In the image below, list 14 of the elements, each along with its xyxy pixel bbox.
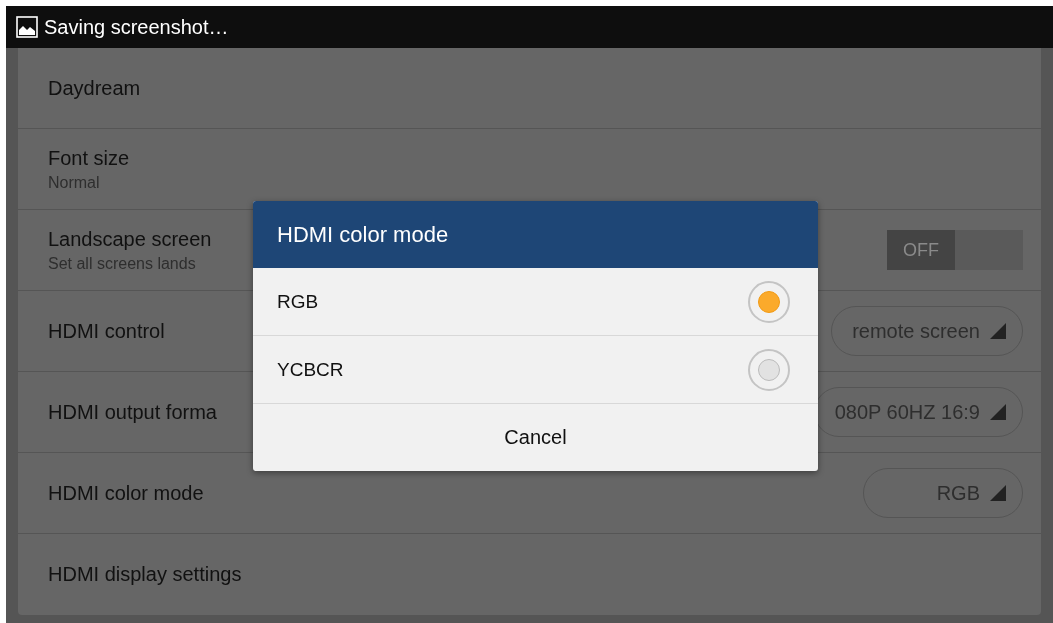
setting-title: Daydream [48, 76, 141, 100]
notification-text: Saving screenshot… [44, 15, 229, 39]
dialog-title: HDMI color mode [277, 221, 449, 248]
switch-label: OFF [887, 230, 955, 270]
setting-summary: Set all screens lands [48, 254, 197, 273]
option-label: YCBCR [277, 358, 344, 381]
setting-title: Font size [48, 146, 130, 170]
setting-summary: Normal [48, 173, 101, 192]
setting-title: Landscape screen [48, 227, 212, 251]
setting-title: HDMI output forma [48, 400, 217, 424]
setting-title: HDMI color mode [48, 481, 204, 505]
setting-title: HDMI display settings [48, 563, 242, 586]
setting-title: HDMI control [48, 319, 165, 343]
option-label: RGB [277, 290, 319, 313]
